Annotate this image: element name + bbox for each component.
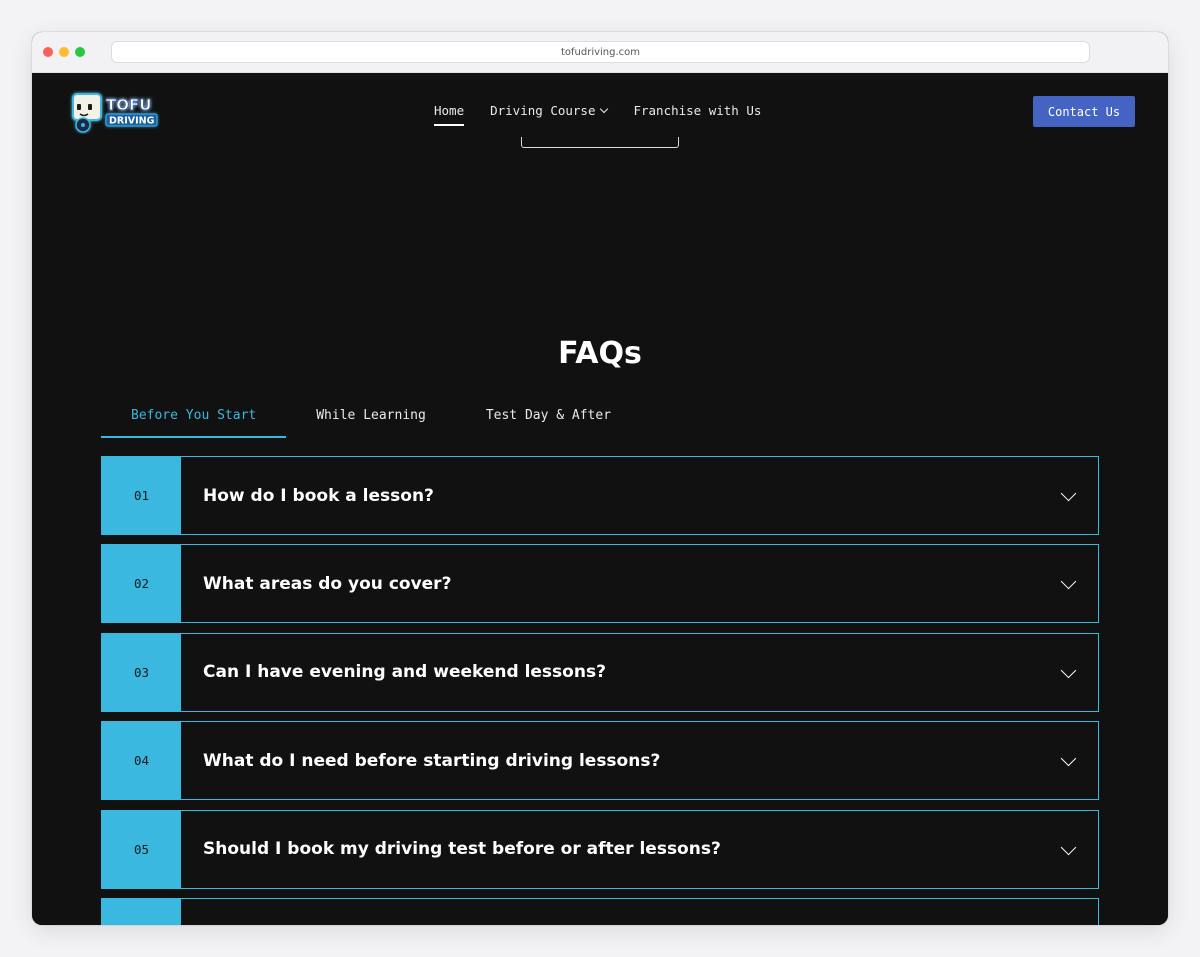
faq-number: [102, 898, 181, 925]
contact-us-button[interactable]: Contact Us: [1033, 96, 1135, 127]
nav-item-label: Franchise with Us: [633, 103, 762, 118]
chevron-down-icon[interactable]: [1038, 634, 1098, 711]
tab-before-you-start[interactable]: Before You Start: [101, 406, 287, 438]
close-window-button[interactable]: [43, 47, 53, 57]
faq-item[interactable]: 04 What do I need before starting drivin…: [101, 721, 1099, 801]
chevron-down-icon[interactable]: [1038, 811, 1098, 888]
faq-number: 04: [102, 722, 181, 800]
chevron-down-icon[interactable]: [1038, 899, 1098, 925]
faq-list: 01 How do I book a lesson? 02 What areas…: [101, 456, 1099, 925]
page-content: TOFU DRIVING Home Driving Course Franchi…: [32, 73, 1168, 925]
chevron-down-icon[interactable]: [1038, 722, 1098, 799]
nav-item-label: Driving Course: [490, 103, 596, 118]
nav-item-franchise[interactable]: Franchise with Us: [633, 103, 761, 126]
faq-item[interactable]: 01 How do I book a lesson?: [101, 456, 1099, 535]
browser-chrome: tofudriving.com: [32, 32, 1168, 73]
faq-number: 05: [102, 810, 181, 888]
faq-item[interactable]: 03 Can I have evening and weekend lesson…: [101, 632, 1099, 712]
chevron-down-icon[interactable]: [1038, 545, 1098, 622]
nav-item-home[interactable]: Home: [434, 103, 465, 126]
tab-test-day-after[interactable]: Test Day & After: [456, 406, 641, 438]
faq-question: Should I book my driving test before or …: [203, 839, 721, 860]
faq-tabs: Before You Start While Learning Test Day…: [101, 406, 1099, 438]
faq-item[interactable]: 05 Should I book my driving test before …: [101, 809, 1099, 889]
faq-item[interactable]: [101, 897, 1099, 925]
browser-window: tofudriving.com TOFU DRIVING Home Drivin…: [32, 32, 1168, 925]
hero-button-outline[interactable]: [521, 137, 679, 148]
faq-title: FAQs: [558, 336, 642, 371]
chevron-down-icon[interactable]: [1038, 457, 1098, 534]
faq-number: 03: [102, 633, 181, 711]
faq-question: What do I need before starting driving l…: [203, 750, 661, 771]
faq-number: 01: [102, 457, 181, 534]
svg-text:DRIVING: DRIVING: [109, 116, 155, 127]
nav-item-label: Home: [434, 103, 465, 118]
tab-while-learning[interactable]: While Learning: [286, 406, 456, 438]
faq-question: Can I have evening and weekend lessons?: [203, 662, 606, 683]
maximize-window-button[interactable]: [75, 47, 85, 57]
faq-item[interactable]: 02 What areas do you cover?: [101, 544, 1099, 624]
chevron-down-icon: [600, 104, 609, 114]
minimize-window-button[interactable]: [59, 47, 69, 57]
main-nav: Home Driving Course Franchise with Us: [434, 103, 761, 126]
address-bar[interactable]: tofudriving.com: [111, 41, 1090, 63]
svg-text:TOFU: TOFU: [106, 96, 151, 114]
faq-question: What areas do you cover?: [203, 573, 452, 594]
nav-item-driving-course[interactable]: Driving Course: [490, 103, 609, 126]
faq-number: 02: [102, 545, 181, 623]
faq-question: How do I book a lesson?: [203, 485, 434, 506]
tofu-driving-logo[interactable]: TOFU DRIVING: [68, 90, 160, 134]
